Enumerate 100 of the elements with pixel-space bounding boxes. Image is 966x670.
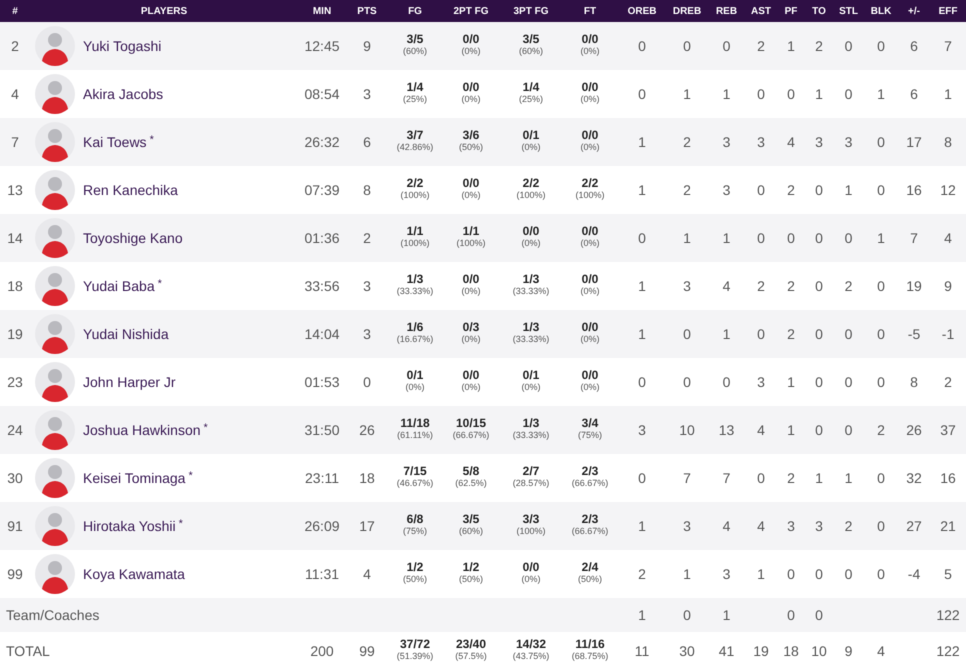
stat-value: 3	[787, 518, 795, 534]
points: 18	[359, 470, 375, 486]
player-name[interactable]: Toyoshige Kano	[83, 230, 183, 246]
column-header: 3PT FG	[500, 0, 562, 22]
player-name[interactable]: Kai Toews	[83, 134, 147, 150]
stat-value: 1	[757, 566, 765, 582]
shot-percentage: (0%)	[522, 574, 541, 584]
shots-made: 2/2	[580, 176, 600, 190]
stat-value: 8	[910, 374, 918, 390]
player-name[interactable]: Yuki Togashi	[83, 38, 162, 54]
jersey-number: 99	[7, 566, 23, 582]
stat-value: 1	[638, 606, 646, 622]
stat-value: 2	[787, 470, 795, 486]
points: 26	[359, 422, 375, 438]
stat-value: 0	[638, 470, 646, 486]
player-avatar	[35, 218, 75, 258]
stat-value: 0	[844, 326, 852, 342]
stat-value: 1	[722, 230, 730, 246]
stat-value: 0	[844, 86, 852, 102]
stat-value: 0	[683, 326, 691, 342]
stat-value: 3	[722, 134, 730, 150]
stat-value: 0	[638, 86, 646, 102]
player-name[interactable]: Ren Kanechika	[83, 182, 178, 198]
shots-made: 0/0	[580, 80, 600, 94]
shots-made: 0/0	[462, 32, 480, 46]
stat-value: 7	[722, 470, 730, 486]
stat-value: 2	[683, 182, 691, 198]
shot-percentage: (25%)	[519, 94, 544, 104]
shots-made: 0/1	[406, 368, 424, 382]
stat-value: 19	[753, 642, 769, 658]
jersey-number: 7	[11, 134, 19, 150]
stat-value: 2	[815, 38, 823, 54]
shot-percentage: (0%)	[522, 382, 541, 392]
stat-value: 1	[638, 182, 646, 198]
stat-value: 3	[683, 518, 691, 534]
player-avatar	[35, 122, 75, 162]
shot-percentage: (43.75%)	[512, 650, 550, 662]
shots-made: 1/4	[522, 80, 540, 94]
player-avatar	[35, 314, 75, 354]
shot-percentage: (66.67%)	[452, 430, 490, 440]
shot-percentage: (62.5%)	[455, 478, 487, 488]
stat-value: 0	[638, 230, 646, 246]
shot-percentage: (0%)	[522, 142, 541, 152]
jersey-number: 13	[7, 182, 23, 198]
stat-value: 4	[722, 278, 730, 294]
minutes: 31:50	[304, 422, 340, 438]
stat-value: 7	[683, 470, 691, 486]
stat-value: 0	[683, 38, 691, 54]
shot-percentage: (33.33%)	[512, 430, 550, 440]
stat-value: 2	[638, 566, 646, 582]
stat-value: 30	[679, 642, 695, 658]
shot-percentage: (33.33%)	[512, 334, 550, 344]
player-name[interactable]: Yudai Baba	[83, 278, 155, 294]
stat-value: 1	[844, 182, 852, 198]
shot-percentage: (100%)	[400, 238, 430, 248]
stat-value: 1	[877, 230, 885, 246]
shot-percentage: (75%)	[403, 526, 428, 536]
shots-made: 1/3	[406, 272, 424, 286]
stat-value: 12	[940, 182, 956, 198]
stat-value: 3	[683, 278, 691, 294]
column-header: PTS	[346, 0, 388, 22]
stat-value: 10	[679, 422, 695, 438]
shot-percentage: (60%)	[403, 46, 428, 56]
shot-percentage: (0%)	[462, 46, 481, 56]
jersey-number: 4	[11, 86, 19, 102]
shots-made: 0/0	[580, 32, 600, 46]
shots-made: 37/72	[399, 638, 432, 650]
player-name[interactable]: John Harper Jr	[83, 374, 176, 390]
stat-value: 4	[877, 642, 885, 658]
shots-made: 0/0	[462, 80, 480, 94]
shot-percentage: (66.67%)	[572, 478, 608, 488]
jersey-number: 23	[7, 374, 23, 390]
points: 3	[363, 278, 371, 294]
stat-value: 8	[944, 134, 952, 150]
column-header: +/-	[898, 0, 930, 22]
starter-mark: *	[178, 518, 183, 530]
player-name[interactable]: Koya Kawamata	[83, 566, 185, 582]
stat-value: 2	[683, 134, 691, 150]
shots-made: 1/2	[406, 560, 424, 574]
player-name[interactable]: Akira Jacobs	[83, 86, 164, 102]
shots-made: 0/0	[580, 224, 600, 238]
player-avatar	[35, 506, 75, 546]
stat-value: -4	[908, 566, 920, 582]
shot-percentage: (100%)	[456, 238, 486, 248]
stat-value: 0	[757, 86, 765, 102]
shots-made: 0/3	[462, 320, 480, 334]
player-name[interactable]: Hirotaka Yoshii	[83, 518, 176, 534]
player-name[interactable]: Joshua Hawkinson	[83, 422, 201, 438]
starter-mark: *	[188, 470, 193, 482]
player-name[interactable]: Keisei Tominaga	[83, 470, 186, 486]
stat-value: 3	[722, 182, 730, 198]
stat-value: 4	[757, 422, 765, 438]
stat-value: 2	[944, 374, 952, 390]
stat-value: 0	[877, 566, 885, 582]
shot-percentage: (0%)	[462, 382, 481, 392]
player-avatar	[35, 26, 75, 66]
shot-percentage: (0%)	[462, 286, 481, 296]
player-name[interactable]: Yudai Nishida	[83, 326, 169, 342]
stat-value: 9	[844, 642, 852, 658]
minutes: 23:11	[305, 470, 340, 486]
